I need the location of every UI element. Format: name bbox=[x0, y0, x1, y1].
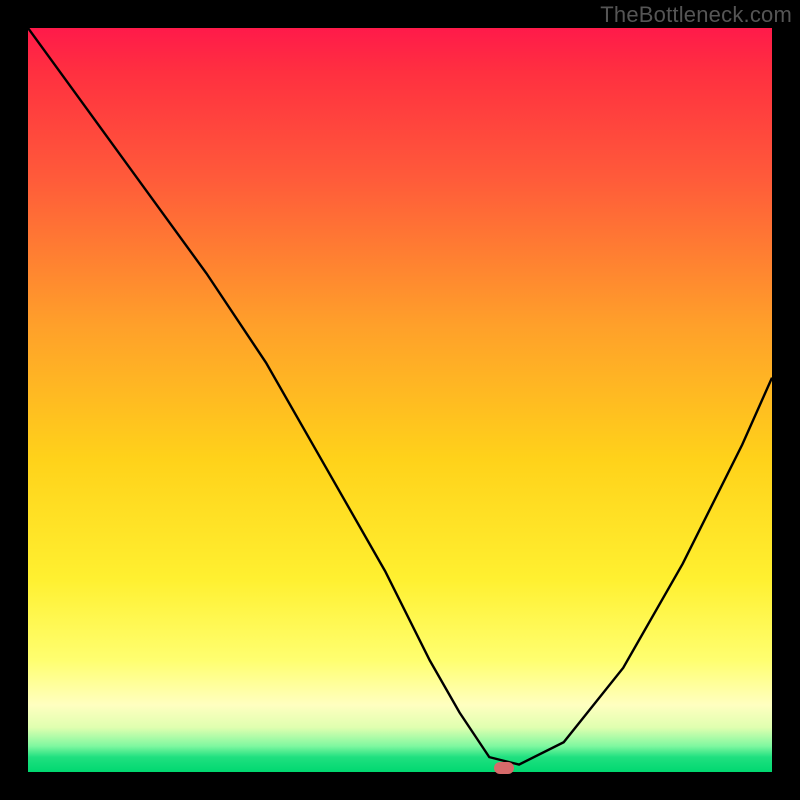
curve-path bbox=[28, 28, 772, 765]
chart-container: TheBottleneck.com bbox=[0, 0, 800, 800]
plot-area bbox=[28, 28, 772, 772]
attribution-label: TheBottleneck.com bbox=[600, 2, 792, 28]
optimal-point-marker bbox=[494, 762, 514, 774]
bottleneck-curve bbox=[28, 28, 772, 772]
